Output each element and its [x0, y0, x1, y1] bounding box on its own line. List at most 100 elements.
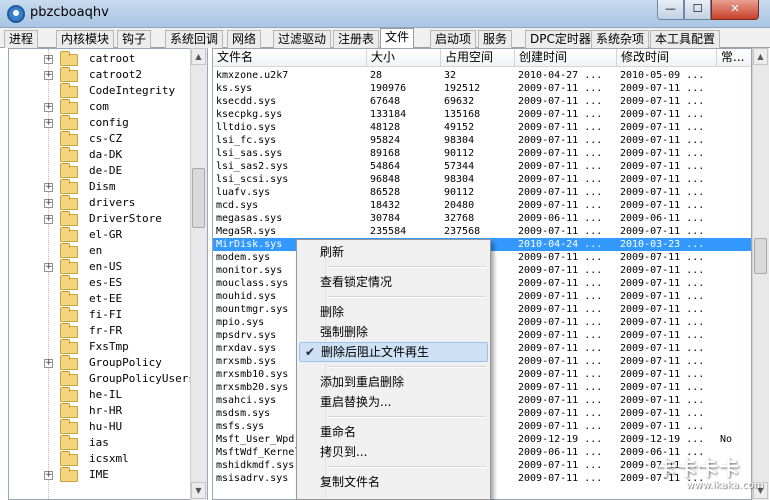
menu-item[interactable]: 复制文件名: [299, 472, 488, 492]
tree-item-label: de-DE: [89, 164, 123, 177]
file-list-scroll-thumb[interactable]: [754, 238, 767, 274]
scroll-up-arrow-icon[interactable]: ▲: [753, 48, 768, 65]
maximize-button[interactable]: ☐: [684, 0, 711, 20]
tree-item[interactable]: en: [9, 243, 189, 259]
tree-item[interactable]: + config: [9, 115, 189, 131]
tab-8[interactable]: 启动项: [430, 30, 477, 48]
tree-item[interactable]: ias: [9, 435, 189, 451]
column-header[interactable]: 文件名: [213, 49, 367, 67]
column-header[interactable]: 常...: [717, 49, 751, 67]
menu-item[interactable]: 添加到重启删除: [299, 372, 488, 392]
tree-item[interactable]: + DriverStore: [9, 211, 189, 227]
column-header[interactable]: 创建时间: [515, 49, 617, 67]
tab-7[interactable]: 文件: [380, 28, 415, 48]
table-cell: 18432: [370, 200, 401, 211]
tree-item[interactable]: da-DK: [9, 147, 189, 163]
tree-item[interactable]: GroupPolicyUsers: [9, 371, 195, 387]
column-header[interactable]: 占用空间: [441, 49, 515, 67]
tab-4[interactable]: 网络: [227, 30, 262, 48]
table-row[interactable]: kmxzone.u2k7 28 32 2010-04-27 ... 2010-05-09…: [213, 69, 751, 82]
tree-item[interactable]: cs-CZ: [9, 131, 189, 147]
table-row[interactable]: lsi_scsi.sys 96848 98304 2009-07-11 ... 2009…: [213, 173, 751, 186]
expand-plus-icon[interactable]: +: [44, 71, 53, 80]
table-row[interactable]: lsi_sas.sys 89168 90112 2009-07-11 ... 2009-…: [213, 147, 751, 160]
table-row[interactable]: mcd.sys 18432 20480 2009-07-11 ... 2009-07-1…: [213, 199, 751, 212]
tab-6[interactable]: 注册表: [333, 30, 380, 48]
tree-item[interactable]: CodeIntegrity: [9, 83, 189, 99]
file-list-scrollbar[interactable]: ▲ ▼: [752, 48, 769, 500]
table-row[interactable]: megasas.sys 30784 32768 2009-06-11 ... 2009-…: [213, 212, 751, 225]
tab-9[interactable]: 服务: [478, 30, 513, 48]
tree-item[interactable]: + drivers: [9, 195, 189, 211]
table-row[interactable]: lsi_sas2.sys 54864 57344 2009-07-11 ... 2009…: [213, 160, 751, 173]
expand-plus-icon[interactable]: +: [44, 359, 53, 368]
expand-plus-icon[interactable]: +: [44, 263, 53, 272]
tab-10[interactable]: DPC定时器: [525, 30, 596, 48]
expand-plus-icon[interactable]: +: [44, 103, 53, 112]
table-row[interactable]: lltdio.sys 48128 49152 2009-07-11 ... 2009-0…: [213, 121, 751, 134]
expand-plus-icon[interactable]: +: [44, 119, 53, 128]
table-cell: 2009-07-11 ...: [620, 304, 705, 315]
tree-item[interactable]: es-ES: [9, 275, 189, 291]
table-row[interactable]: lsi_fc.sys 95824 98304 2009-07-11 ... 2009-0…: [213, 134, 751, 147]
expand-plus-icon[interactable]: +: [44, 199, 53, 208]
menu-item[interactable]: ✔ 删除后阻止文件再生: [299, 342, 488, 362]
tree-item[interactable]: + catroot2: [9, 67, 189, 83]
tree-item[interactable]: FxsTmp: [9, 339, 189, 355]
tree-item[interactable]: et-EE: [9, 291, 189, 307]
expand-plus-icon[interactable]: +: [44, 215, 53, 224]
tree-item-label: es-ES: [89, 276, 123, 289]
tree-item[interactable]: + IME: [9, 467, 189, 483]
scroll-down-arrow-icon[interactable]: ▼: [191, 482, 206, 499]
tree-item[interactable]: fi-FI: [9, 307, 189, 323]
table-cell: 2009-07-11 ...: [620, 382, 705, 393]
tree-item[interactable]: icsxml: [9, 451, 189, 467]
tab-0[interactable]: 进程: [4, 30, 39, 48]
tree-scroll-thumb[interactable]: [192, 168, 205, 228]
tree-item-label: drivers: [89, 196, 136, 209]
table-row[interactable]: luafv.sys 86528 90112 2009-07-11 ... 2009-07…: [213, 186, 751, 199]
table-cell: MegaSR.sys: [216, 226, 277, 237]
menu-item[interactable]: 重命名: [299, 422, 488, 442]
expand-plus-icon[interactable]: +: [44, 471, 53, 480]
tree-item[interactable]: hu-HU: [9, 419, 189, 435]
tree-item[interactable]: + GroupPolicy: [9, 355, 189, 371]
tree-scrollbar[interactable]: ▲ ▼: [190, 48, 207, 500]
expand-plus-icon[interactable]: +: [44, 183, 53, 192]
table-cell: 2009-07-11 ...: [518, 473, 603, 484]
scroll-up-arrow-icon[interactable]: ▲: [191, 48, 206, 65]
table-cell: 89168: [370, 148, 401, 159]
tree-item[interactable]: + en-US: [9, 259, 189, 275]
table-row[interactable]: ksecpkg.sys 133184 135168 2009-07-11 ... 200…: [213, 108, 751, 121]
menu-item[interactable]: 强制删除: [299, 322, 488, 342]
tab-1[interactable]: 内核模块: [56, 30, 115, 48]
table-cell: [717, 225, 751, 238]
table-row[interactable]: ksecdd.sys 67648 69632 2009-07-11 ... 2009-0…: [213, 95, 751, 108]
menu-item[interactable]: 删除: [299, 302, 488, 322]
column-header[interactable]: 大小: [367, 49, 441, 67]
menu-item[interactable]: 重启替换为...: [299, 392, 488, 412]
menu-item[interactable]: 刷新: [299, 242, 488, 262]
expand-plus-icon[interactable]: +: [44, 55, 53, 64]
tab-5[interactable]: 过滤驱动: [273, 30, 332, 48]
tree-item[interactable]: hr-HR: [9, 403, 189, 419]
column-header[interactable]: 修改时间: [617, 49, 717, 67]
close-button[interactable]: ✕: [711, 0, 759, 20]
tree-item[interactable]: + Dism: [9, 179, 189, 195]
tree-item[interactable]: fr-FR: [9, 323, 189, 339]
minimize-button[interactable]: —: [657, 0, 684, 20]
tree-item[interactable]: he-IL: [9, 387, 189, 403]
folder-icon: [60, 67, 78, 82]
table-row[interactable]: ks.sys 190976 192512 2009-07-11 ... 2009-07-…: [213, 82, 751, 95]
tab-11[interactable]: 系统杂项: [591, 30, 650, 48]
tab-12[interactable]: 本工具配置: [650, 30, 721, 48]
tab-3[interactable]: 系统回调: [165, 30, 224, 48]
table-row[interactable]: MegaSR.sys 235584 237568 2009-07-11 ... 2009…: [213, 225, 751, 238]
menu-item[interactable]: 拷贝到...: [299, 442, 488, 462]
tab-2[interactable]: 钩子: [117, 30, 152, 48]
tree-item[interactable]: de-DE: [9, 163, 189, 179]
tree-item[interactable]: + catroot: [9, 51, 189, 67]
tree-item[interactable]: + com: [9, 99, 189, 115]
tree-item[interactable]: el-GR: [9, 227, 189, 243]
menu-item[interactable]: 查看锁定情况: [299, 272, 488, 292]
